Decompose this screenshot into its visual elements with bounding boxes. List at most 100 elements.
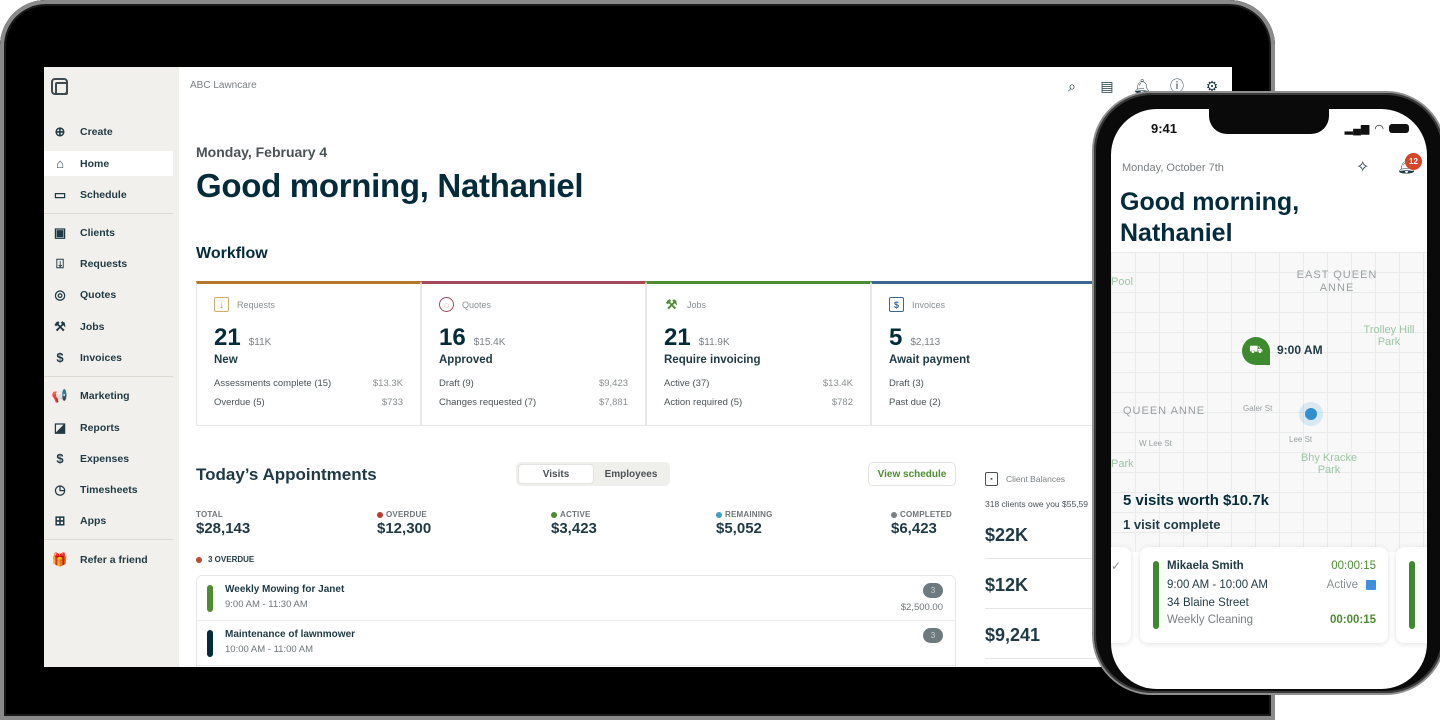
workflow-count: 16	[439, 324, 466, 351]
workflow-card-invoices[interactable]: $ Invoices 5 $2,113 Await payment Draft (3…	[871, 281, 1096, 426]
assignee-count-badge: 3	[923, 583, 943, 598]
visit-total-time: 00:00:15	[1329, 614, 1376, 626]
appointments-toggle: Visits Employees	[516, 462, 670, 486]
workflow-card-requests[interactable]: ↓ Requests 21 $11K New Assessments complet…	[196, 281, 421, 426]
status-bar	[1409, 561, 1415, 629]
workflow-row[interactable]: Draft (9) $9,423	[439, 378, 628, 397]
sparkle-icon[interactable]: ✧	[1356, 157, 1369, 177]
workflow-row[interactable]: Changes requested (7) $7,881	[439, 397, 628, 416]
wifi-icon: ◠	[1374, 123, 1384, 135]
workflow-status: Approved	[439, 354, 493, 366]
truck-pin-icon[interactable]: ⛟	[1242, 337, 1270, 365]
park-label: Park	[1111, 458, 1134, 470]
status-square-icon	[1366, 580, 1376, 590]
workflow-cards: ↓ Requests 21 $11K New Assessments complet…	[196, 281, 1096, 426]
status-dot	[891, 511, 897, 518]
inbox-download-icon: ↓	[214, 297, 229, 312]
sidebar-item-requests[interactable]: ⍗ Requests	[44, 251, 173, 276]
status-bar	[207, 585, 213, 612]
workflow-row[interactable]: Action required (5) $782	[664, 397, 853, 416]
gift-icon: 🎁	[51, 551, 69, 567]
map-label: QUEEN ANNE	[1123, 405, 1206, 417]
sidebar-divider	[44, 539, 173, 540]
workflow-status: New	[214, 354, 238, 366]
workflow-card-jobs[interactable]: ⚒ Jobs 21 $11.9K Require invoicing Active …	[646, 281, 871, 426]
sidebar-item-apps[interactable]: ⊞ Apps	[44, 508, 173, 533]
workflow-heading: Workflow	[196, 245, 268, 262]
visit-status: Active	[1327, 579, 1376, 591]
sidebar-divider	[44, 213, 173, 214]
sidebar-item-schedule[interactable]: ▭ Schedule	[44, 182, 173, 207]
tab-employees[interactable]: Employees	[594, 464, 668, 484]
park-label: Pool	[1111, 276, 1134, 288]
inbox-download-icon: ⍗	[56, 255, 64, 271]
visit-card-next[interactable]	[1396, 547, 1427, 643]
phone-date: Monday, October 7th	[1122, 162, 1224, 174]
home-icon: ⌂	[56, 156, 64, 171]
sidebar-item-marketing[interactable]: 📢 Marketing	[44, 383, 173, 408]
visit-card-prev[interactable]: ✓	[1111, 547, 1131, 643]
status-time: 9:41	[1151, 121, 1178, 136]
hammer-icon: ⚒	[665, 296, 678, 312]
stat-overdue: OVERDUE $12,300	[377, 510, 432, 537]
appointment-row[interactable]: Weekly Mowing for Janet 9:00 AM - 11:30 …	[197, 576, 955, 621]
status-bar	[207, 630, 213, 657]
app-logo[interactable]	[51, 78, 68, 95]
visit-card[interactable]: Mikaela Smith 9:00 AM - 10:00 AM 34 Blai…	[1140, 547, 1388, 643]
invoice-icon: $	[56, 350, 64, 365]
signal-icon: ▂▄▆	[1344, 123, 1370, 135]
check-icon: ✓	[1111, 559, 1121, 573]
sidebar-item-quotes[interactable]: ◎ Quotes	[44, 282, 173, 307]
map-label: Galer St	[1243, 404, 1273, 413]
workflow-row[interactable]: Past due (2)	[889, 397, 1078, 416]
workflow-status: Require invoicing	[664, 354, 761, 366]
status-dot	[196, 556, 202, 563]
workflow-count: 5	[889, 324, 903, 351]
stat-completed: COMPLETED $6,423	[891, 510, 953, 537]
workflow-count: 21	[214, 324, 241, 351]
contacts-icon: ▣	[53, 224, 67, 240]
sidebar-item-home[interactable]: ⌂ Home	[44, 151, 173, 176]
phone-notch	[1209, 109, 1329, 134]
contacts-icon: ▪	[985, 472, 998, 486]
park-label: Bhy Kracke Park	[1300, 452, 1358, 476]
workflow-row[interactable]: Active (37) $13.4K	[664, 378, 853, 397]
search-icon[interactable]: ⌕	[1062, 77, 1082, 95]
sidebar-item-clients[interactable]: ▣ Clients	[44, 220, 173, 245]
tab-visits[interactable]: Visits	[518, 464, 594, 484]
workflow-row[interactable]: Assessments complete (15) $13.3K	[214, 378, 403, 397]
notification-badge: 12	[1405, 153, 1422, 170]
chat-icon[interactable]: ▤	[1097, 77, 1117, 95]
workflow-status: Await payment	[889, 354, 970, 366]
sidebar-item-reports[interactable]: ◪ Reports	[44, 415, 173, 440]
sidebar-item-expenses[interactable]: $ Expenses	[44, 446, 173, 471]
status-bar-icons: ▂▄▆ ◠	[1345, 122, 1409, 135]
phone-screen: 9:41 ▂▄▆ ◠ Monday, October 7th ✧ 🔔︎ 12 G…	[1111, 109, 1427, 689]
view-schedule-button[interactable]: View schedule	[868, 462, 956, 486]
workflow-row[interactable]: Draft (3)	[889, 378, 1078, 397]
appointments-list: Weekly Mowing for Janet 9:00 AM - 11:30 …	[196, 575, 956, 667]
invoice-icon: $	[889, 297, 904, 312]
battery-icon	[1389, 124, 1409, 133]
appointment-row[interactable]: Maintenance of lawnmower 10:00 AM - 11:0…	[197, 621, 955, 666]
reports-icon: ◪	[53, 419, 67, 435]
sidebar-item-invoices[interactable]: $ Invoices	[44, 345, 173, 370]
appointments-heading: Today’s Appointments	[196, 465, 377, 484]
stat-total: TOTAL $28,143	[196, 510, 251, 537]
sidebar-item-refer[interactable]: 🎁 Refer a friend	[44, 547, 173, 572]
calendar-icon: ▭	[53, 186, 67, 202]
sidebar-item-create[interactable]: ⊕ Create	[44, 119, 173, 144]
workflow-row[interactable]: Overdue (5) $733	[214, 397, 403, 416]
clock-icon: ◷	[54, 481, 66, 497]
current-location-icon	[1305, 408, 1317, 420]
workflow-amount: $2,113	[910, 337, 941, 348]
workflow-amount: $11K	[248, 337, 272, 348]
sidebar-item-timesheets[interactable]: ◷ Timesheets	[44, 477, 173, 502]
phone-greeting: Good morning, Nathaniel	[1120, 188, 1300, 247]
greeting-title: Good morning, Nathaniel	[196, 167, 584, 204]
sidebar-item-jobs[interactable]: ⚒ Jobs	[44, 314, 173, 339]
workflow-card-quotes[interactable]: ◌ Quotes 16 $15.4K Approved Draft (9) $9,42…	[421, 281, 646, 426]
stat-remaining: REMAINING $5,052	[716, 510, 773, 537]
plus-circle-icon: ⊕	[54, 123, 66, 139]
map-label: EAST QUEEN ANNE	[1296, 269, 1378, 294]
